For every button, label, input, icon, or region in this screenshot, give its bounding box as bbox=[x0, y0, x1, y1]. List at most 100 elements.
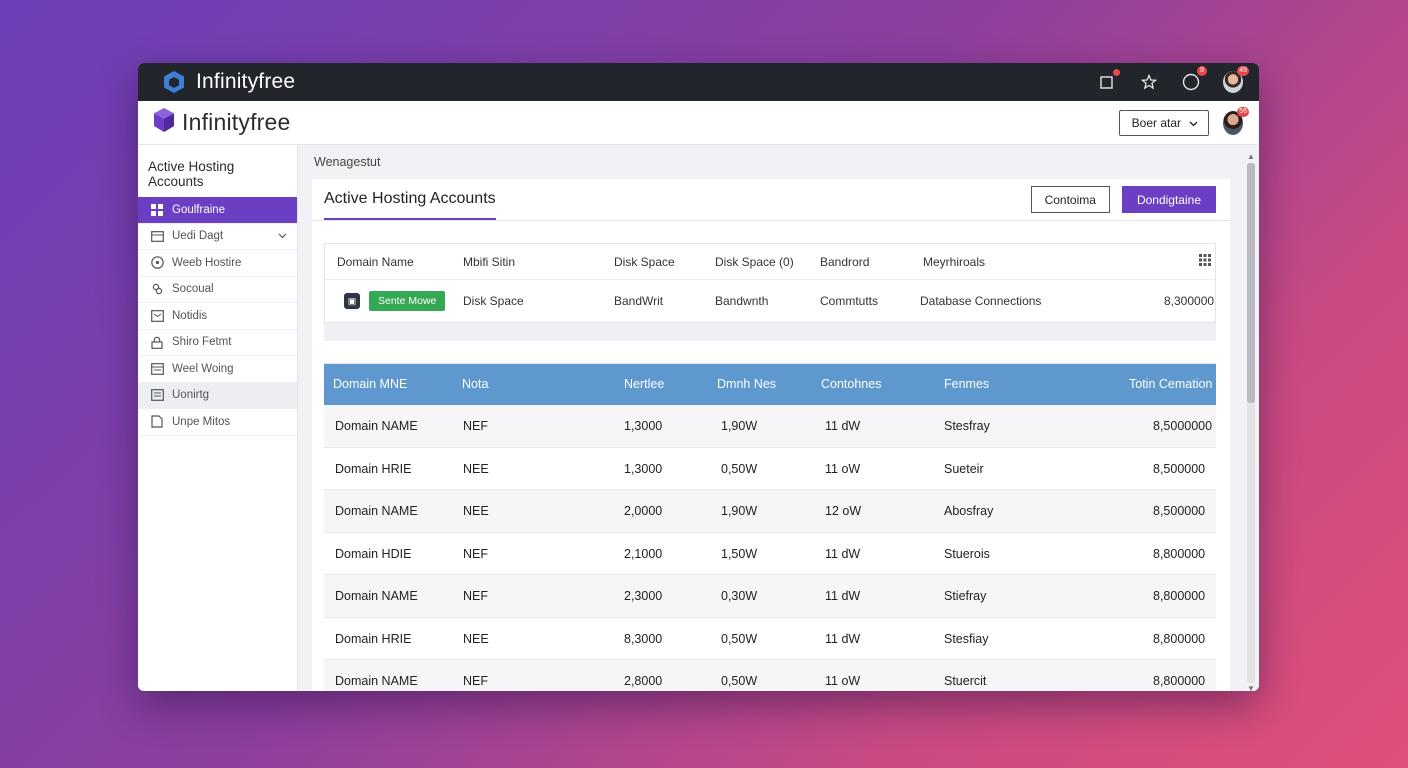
table-cell: 11 dW bbox=[825, 419, 861, 433]
table-cell: 8,3000 bbox=[624, 631, 663, 646]
table-cell: 2,1000 bbox=[624, 546, 663, 561]
table-row[interactable]: Domain NAME NEF 2,3000 0,30W 11 dW Stiefray 8,… bbox=[324, 575, 1216, 618]
user-avatar[interactable]: 49 bbox=[1223, 66, 1249, 93]
alert-icon[interactable]: 9 bbox=[1181, 66, 1207, 92]
table-cell: 11 oW bbox=[825, 461, 861, 476]
sidebar-item-5[interactable]: Shiro Fetmt bbox=[138, 330, 297, 356]
table-row[interactable]: Domain NAME NEF 2,8000 0,50W 11 oW Stuercit 8,… bbox=[324, 660, 1216, 691]
table-cell: Domain HRIE bbox=[335, 461, 412, 476]
column-header[interactable]: Contohnes bbox=[821, 377, 881, 391]
scroll-up-icon[interactable]: ▲ bbox=[1247, 153, 1255, 161]
table-cell: Abosfray bbox=[944, 504, 994, 518]
grid-view-icon[interactable] bbox=[1199, 254, 1211, 269]
summary-cell: Bandwnth bbox=[715, 294, 769, 308]
table-row[interactable]: Domain NAME NEE 2,0000 1,90W 12 oW Abosfray 8,… bbox=[324, 490, 1216, 533]
column-header[interactable]: Nertlee bbox=[624, 377, 664, 391]
column-header[interactable]: Nota bbox=[462, 377, 488, 391]
table-cell: 8,800000 bbox=[1153, 546, 1206, 561]
breadcrumb[interactable]: Wenagestut bbox=[314, 155, 1259, 169]
card-icon bbox=[150, 229, 164, 243]
table-cell: Stesfiay bbox=[944, 631, 989, 646]
table-cell: Domain HRIE bbox=[335, 631, 412, 646]
sidebar-item-label: Shiro Fetmt bbox=[172, 336, 232, 349]
brand[interactable]: Infinityfree bbox=[152, 107, 291, 138]
sidebar-item-label: Weel Woing bbox=[172, 362, 234, 375]
summary-cell: BandWrit bbox=[614, 294, 664, 308]
account-dropdown[interactable]: Boer atar bbox=[1118, 109, 1209, 136]
summary-table: Domain Name Mbifi Sitin Disk Space Disk … bbox=[324, 243, 1216, 323]
table-body: Domain NAME NEF 1,3000 1,90W 11 dW Stesfray 8,… bbox=[324, 405, 1216, 691]
brand-name: Infinityfree bbox=[182, 109, 291, 135]
notification-icon[interactable] bbox=[1097, 69, 1120, 92]
summary-header-row: Domain Name Mbifi Sitin Disk Space Disk … bbox=[325, 244, 1215, 280]
app-header: Infinityfree Boer atar 56 bbox=[138, 101, 1259, 145]
card-title: Active Hosting Accounts bbox=[324, 190, 496, 220]
sidebar: Active Hosting Accounts Goulfraine Uedi … bbox=[138, 145, 298, 691]
table-cell: NEE bbox=[463, 504, 489, 518]
star-icon[interactable] bbox=[1139, 72, 1159, 92]
sidebar-item-3[interactable]: Socoual bbox=[138, 277, 297, 303]
table-cell: 2,3000 bbox=[624, 589, 663, 603]
table-cell: 1,3000 bbox=[624, 419, 663, 433]
table-cell: NEE bbox=[463, 461, 489, 476]
table-cell: 11 dW bbox=[825, 631, 861, 646]
scroll-down-icon[interactable]: ▼ bbox=[1247, 685, 1255, 692]
table-cell: 8,800000 bbox=[1153, 631, 1206, 646]
profile-avatar[interactable]: 56 bbox=[1223, 106, 1249, 135]
table-cell: Stesfray bbox=[944, 419, 990, 433]
primary-button[interactable]: Dondigtaine bbox=[1121, 186, 1216, 213]
sidebar-item-6[interactable]: Weel Woing bbox=[138, 356, 297, 383]
sidebar-item-0[interactable]: Goulfraine bbox=[138, 197, 297, 224]
sidebar-item-8[interactable]: Unpe Mitos bbox=[138, 409, 297, 436]
summary-cell: Disk Space bbox=[463, 294, 524, 308]
summary-data-row[interactable]: ▣ Sente Mowe Disk Space BandWrit Bandwnt… bbox=[325, 280, 1215, 322]
scrollbar-thumb[interactable] bbox=[1247, 163, 1255, 403]
sidebar-item-1[interactable]: Uedi Dagt bbox=[138, 224, 297, 250]
column-header[interactable]: Domain MNE bbox=[333, 377, 407, 391]
scrollbar[interactable]: ▲ ▼ bbox=[1247, 153, 1255, 691]
sidebar-item-2[interactable]: Weeb Hostire bbox=[138, 250, 297, 277]
sidebar-item-label: Uonirtg bbox=[172, 389, 210, 402]
table-cell: 11 oW bbox=[825, 674, 861, 688]
status-badge: Sente Mowe bbox=[369, 291, 446, 311]
table-cell: 0,50W bbox=[721, 674, 758, 688]
column-header[interactable]: Fenmes bbox=[944, 377, 989, 391]
table-cell: NEF bbox=[463, 546, 488, 561]
summary-cell: Commtutts bbox=[820, 294, 879, 308]
doc-icon bbox=[150, 388, 164, 402]
grid-icon bbox=[150, 203, 164, 217]
table-cell: Sueteir bbox=[944, 461, 984, 476]
notification-badge bbox=[1113, 69, 1120, 76]
sidebar-item-label: Notidis bbox=[172, 309, 208, 322]
app-title: Infinityfree bbox=[196, 70, 296, 93]
secondary-button[interactable]: Contoima bbox=[1030, 186, 1110, 213]
column-header[interactable]: Dmnh Nes bbox=[717, 377, 776, 391]
table-row[interactable]: Domain NAME NEF 1,3000 1,90W 11 dW Stesfray 8,… bbox=[324, 405, 1216, 448]
sidebar-item-4[interactable]: Notidis bbox=[138, 303, 297, 330]
calendar-icon bbox=[150, 362, 164, 376]
document-icon bbox=[150, 415, 164, 429]
table-cell: NEF bbox=[463, 674, 488, 688]
column-header[interactable]: Totin Cemation bbox=[1129, 377, 1212, 391]
table-cell: 11 dW bbox=[825, 589, 861, 603]
table-cell: NEE bbox=[463, 631, 489, 646]
table-cell: 1,50W bbox=[721, 546, 758, 561]
summary-header: Meyrhiroals bbox=[923, 254, 986, 269]
table-row[interactable]: Domain HRIE NEE 8,3000 0,50W 11 dW Stesfiay 8,… bbox=[324, 618, 1216, 660]
sidebar-item-7[interactable]: Uonirtg bbox=[138, 382, 297, 409]
table-row[interactable]: Domain HRIE NEE 1,3000 0,50W 11 oW Sueteir 8,5… bbox=[324, 448, 1216, 490]
summary-header: Disk Space (0) bbox=[715, 254, 794, 269]
card-header: Active Hosting Accounts Contoima Dondigt… bbox=[312, 179, 1230, 221]
table-row[interactable]: Domain HDIE NEF 2,1000 1,50W 11 dW Stuerois 8,… bbox=[324, 533, 1216, 575]
table-cell: 0,50W bbox=[721, 631, 758, 646]
summary-header: Disk Space bbox=[614, 254, 675, 269]
help-circle-icon bbox=[150, 256, 164, 270]
table-cell: 0,50W bbox=[721, 461, 758, 476]
table-cell: 8,500000 bbox=[1153, 461, 1206, 476]
profile-badge: 56 bbox=[1237, 106, 1249, 117]
table-cell: 2,8000 bbox=[624, 674, 663, 688]
table-cell: Domain NAME bbox=[335, 504, 418, 518]
summary-header: Bandrord bbox=[820, 254, 870, 269]
table-cell: 1,3000 bbox=[624, 461, 663, 476]
summary-header: Domain Name bbox=[337, 254, 414, 269]
